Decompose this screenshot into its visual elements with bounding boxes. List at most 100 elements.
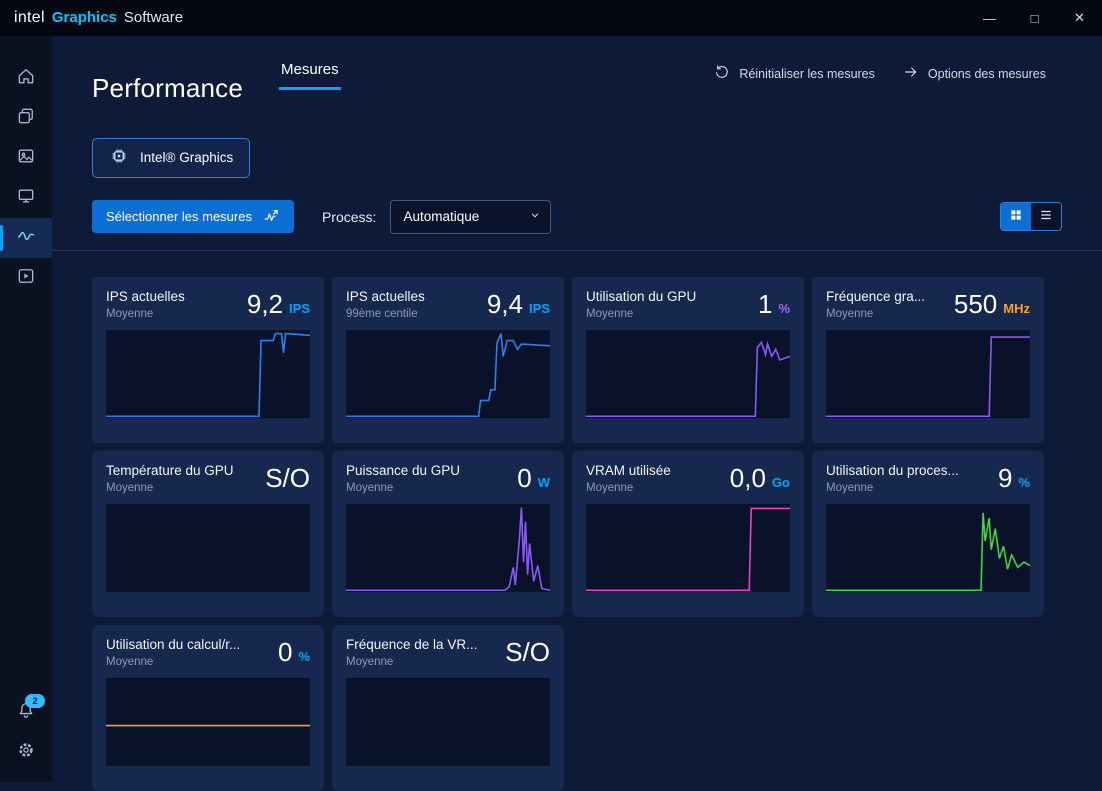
brand-software: Software [124, 9, 183, 26]
metric-unit: Go [772, 475, 790, 490]
gpu-selector-label: Intel® Graphics [140, 150, 233, 165]
metric-sparkline [346, 504, 550, 592]
metric-value: 550 [954, 289, 997, 320]
metric-sparkline [826, 330, 1030, 418]
metric-card: IPS actuelles Moyenne 9,2 IPS [92, 277, 324, 443]
options-label: Options des mesures [928, 67, 1046, 81]
notification-badge: 2 [25, 694, 45, 708]
metric-value: 0 [517, 463, 531, 494]
window-controls: — □ ✕ [967, 0, 1102, 36]
metric-sparkline [106, 504, 310, 592]
home-icon [16, 66, 36, 91]
metric-title: VRAM utilisée [586, 463, 722, 478]
app-logo: intel Graphics Software [14, 9, 183, 27]
metric-subtitle: Moyenne [586, 482, 722, 494]
metric-title: Fréquence gra... [826, 289, 946, 304]
list-view-button[interactable] [1031, 203, 1061, 230]
metrics-grid: IPS actuelles Moyenne 9,2 IPSIPS actuelles 9… [92, 277, 1062, 791]
drivers-icon [16, 106, 36, 131]
metric-title: Utilisation du proces... [826, 463, 990, 478]
sidebar-item-performance[interactable] [0, 218, 52, 258]
sidebar-item-media[interactable] [0, 258, 52, 298]
process-label: Process: [322, 209, 376, 225]
metric-value: 1 [758, 289, 772, 320]
metric-title: Fréquence de la VR... [346, 637, 497, 652]
page-title: Performance [92, 73, 243, 104]
sidebar-item-settings[interactable] [0, 732, 52, 772]
metric-sparkline [346, 330, 550, 418]
metric-subtitle: Moyenne [586, 308, 750, 320]
metric-title: Température du GPU [106, 463, 257, 478]
reset-measures-button[interactable]: Réinitialiser les mesures [714, 64, 874, 83]
brand-graphics: Graphics [52, 9, 117, 26]
sidebar-item-gallery[interactable] [0, 138, 52, 178]
performance-icon [16, 226, 36, 251]
metric-sparkline [826, 504, 1030, 592]
metric-sparkline [346, 678, 550, 766]
metric-unit: IPS [529, 301, 550, 316]
metric-title: Puissance du GPU [346, 463, 509, 478]
sidebar-item-drivers[interactable] [0, 98, 52, 138]
list-view-icon [1039, 208, 1053, 225]
metric-value: 0 [278, 637, 292, 668]
gpu-selector-button[interactable]: Intel® Graphics [92, 138, 250, 178]
metric-unit: IPS [289, 301, 310, 316]
metric-title: IPS actuelles [106, 289, 239, 304]
metric-card: Utilisation du calcul/r...Moyenne0% [92, 625, 324, 791]
titlebar: intel Graphics Software — □ ✕ [0, 0, 1102, 36]
chevron-down-icon [529, 209, 541, 224]
metric-value: 0,0 [730, 463, 766, 494]
arrow-right-icon [903, 64, 919, 83]
sidebar-spacer [0, 298, 52, 692]
metric-title: Utilisation du calcul/r... [106, 637, 270, 652]
main-content: Performance Mesures Réinitialiser les me… [52, 36, 1102, 782]
metric-subtitle: Moyenne [106, 308, 239, 320]
media-icon [16, 266, 36, 291]
sidebar: 2 [0, 36, 52, 782]
select-measures-button[interactable]: Sélectionner les mesures [92, 200, 294, 233]
metric-subtitle: 99ème centile [346, 308, 479, 320]
sidebar-item-home[interactable] [0, 58, 52, 98]
grid-view-button[interactable] [1001, 203, 1031, 230]
metric-subtitle: Moyenne [826, 308, 946, 320]
sidebar-item-display[interactable] [0, 178, 52, 218]
chip-icon [109, 146, 129, 169]
measure-options-button[interactable]: Options des mesures [903, 64, 1046, 83]
metric-sparkline [106, 330, 310, 418]
select-measures-label: Sélectionner les mesures [106, 209, 252, 224]
gear-icon [16, 740, 36, 765]
metric-card: Utilisation du GPUMoyenne1% [572, 277, 804, 443]
sidebar-item-notifications[interactable]: 2 [0, 692, 52, 732]
metric-unit: % [778, 301, 790, 316]
reset-icon [714, 64, 730, 83]
metric-value: S/O [505, 637, 550, 668]
metric-card: Fréquence de la VR...MoyenneS/O [332, 625, 564, 791]
metric-card: Température du GPUMoyenneS/O [92, 451, 324, 617]
metric-unit: W [538, 475, 550, 490]
metric-unit: % [298, 649, 310, 664]
metric-card: Fréquence gra... Moyenne 550 MHz [812, 277, 1044, 443]
metric-unit: % [1018, 475, 1030, 490]
reset-label: Réinitialiser les mesures [739, 67, 874, 81]
metric-sparkline [586, 330, 790, 418]
metric-unit: MHz [1003, 301, 1030, 316]
trend-arrow-icon [263, 207, 280, 227]
metric-card: Puissance du GPU Moyenne 0W [332, 451, 564, 617]
close-button[interactable]: ✕ [1057, 0, 1102, 36]
maximize-button[interactable]: □ [1012, 0, 1057, 36]
minimize-button[interactable]: — [967, 0, 1012, 36]
metric-card: IPS actuelles99ème centile9,4IPS [332, 277, 564, 443]
process-dropdown[interactable]: Automatique [390, 200, 551, 234]
view-toggle [1000, 202, 1062, 231]
process-dropdown-value: Automatique [403, 209, 479, 224]
grid-view-icon [1009, 208, 1023, 225]
metric-sparkline [586, 504, 790, 592]
metric-value: 9,2 [247, 289, 283, 320]
gallery-icon [16, 146, 36, 171]
tab-mesures[interactable]: Mesures [279, 61, 341, 90]
metric-value: 9 [998, 463, 1012, 494]
metric-subtitle: Moyenne [346, 482, 509, 494]
metric-value: 9,4 [487, 289, 523, 320]
metric-subtitle: Moyenne [106, 482, 257, 494]
metric-card: Utilisation du proces...Moyenne9% [812, 451, 1044, 617]
